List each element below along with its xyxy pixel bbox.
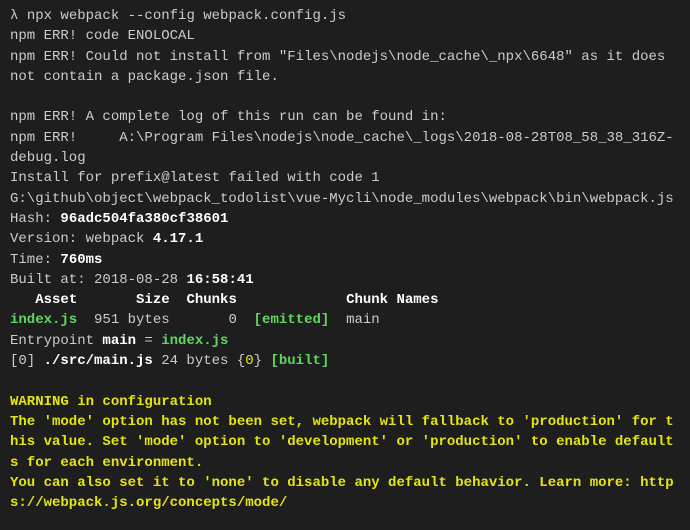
terminal-text-span: 760ms (60, 252, 102, 268)
terminal-line: npm ERR! A:\Program Files\nodejs\node_ca… (10, 128, 680, 169)
terminal-line: index.js 951 bytes 0 [emitted] main (10, 310, 680, 330)
terminal-text-span: 951 bytes 0 (77, 312, 253, 328)
terminal-text-span: Built at: 2018-08-28 (10, 272, 186, 288)
terminal-text-span: ./src/main.js (44, 353, 153, 369)
terminal-line (10, 87, 680, 107)
terminal-text-span: npm ERR! code ENOLOCAL (10, 28, 195, 44)
terminal-text-span: npm ERR! A:\Program Files\nodejs\node_ca… (10, 130, 674, 166)
terminal-line: Time: 760ms (10, 250, 680, 270)
terminal-text-span (10, 89, 18, 105)
terminal-text-span: main (329, 312, 379, 328)
terminal-text-span: 16:58:41 (186, 272, 253, 288)
terminal-line: The 'mode' option has not been set, webp… (10, 412, 680, 473)
terminal-line: You can also set it to 'none' to disable… (10, 473, 680, 514)
terminal-line: Hash: 96adc504fa380cf38601 (10, 209, 680, 229)
terminal-line: npm ERR! A complete log of this run can … (10, 107, 680, 127)
terminal-text-span: [emitted] (254, 312, 330, 328)
terminal-line: Version: webpack 4.17.1 (10, 229, 680, 249)
terminal-line: [0] ./src/main.js 24 bytes {0} [built] (10, 351, 680, 371)
terminal-line (10, 371, 680, 391)
terminal-line: G:\github\object\webpack_todolist\vue-My… (10, 189, 680, 209)
terminal-text-span: npm ERR! Could not install from "Files\n… (10, 49, 674, 85)
terminal-line: npm ERR! Could not install from "Files\n… (10, 47, 680, 88)
terminal-text-span: 0 (245, 353, 253, 369)
terminal-line: Install for prefix@latest failed with co… (10, 168, 680, 188)
terminal-line: Asset Size Chunks Chunk Names (10, 290, 680, 310)
terminal-text-span: [built] (270, 353, 329, 369)
terminal-line: λ npx webpack --config webpack.config.js (10, 6, 680, 26)
terminal-text-span (10, 373, 18, 389)
terminal-text-span: Install for prefix@latest failed with co… (10, 170, 380, 186)
terminal-text-span: 96adc504fa380cf38601 (60, 211, 228, 227)
terminal-text-span: } (254, 353, 271, 369)
terminal-line: npm ERR! code ENOLOCAL (10, 26, 680, 46)
terminal-text-span: index.js (161, 333, 228, 349)
terminal-text-span: Asset Size Chunks Chunk Names (10, 292, 438, 308)
terminal-text-span: The 'mode' option has not been set, webp… (10, 414, 674, 471)
terminal-line: WARNING in configuration (10, 392, 680, 412)
terminal-text-span: [0] (10, 353, 44, 369)
terminal-text-span: 4.17.1 (153, 231, 203, 247)
terminal-line: Built at: 2018-08-28 16:58:41 (10, 270, 680, 290)
terminal-text-span: WARNING in configuration (10, 394, 212, 410)
terminal-text-span: npm ERR! A complete log of this run can … (10, 109, 447, 125)
terminal-text-span: 24 bytes { (153, 353, 245, 369)
terminal-text-span: Version: webpack (10, 231, 153, 247)
terminal-line: Entrypoint main = index.js (10, 331, 680, 351)
terminal-output: λ npx webpack --config webpack.config.js… (10, 6, 680, 513)
terminal-text-span: = (136, 333, 161, 349)
terminal-text-span: main (102, 333, 136, 349)
terminal-text-span: You can also set it to 'none' to disable… (10, 475, 674, 511)
terminal-text-span: λ (10, 8, 27, 24)
terminal-text-span: Time: (10, 252, 60, 268)
terminal-text-span: Hash: (10, 211, 60, 227)
terminal-text-span: Entrypoint (10, 333, 102, 349)
terminal-text-span: G:\github\object\webpack_todolist\vue-My… (10, 191, 674, 207)
terminal-text-span: npx webpack --config webpack.config.js (27, 8, 346, 24)
terminal-text-span: index.js (10, 312, 77, 328)
